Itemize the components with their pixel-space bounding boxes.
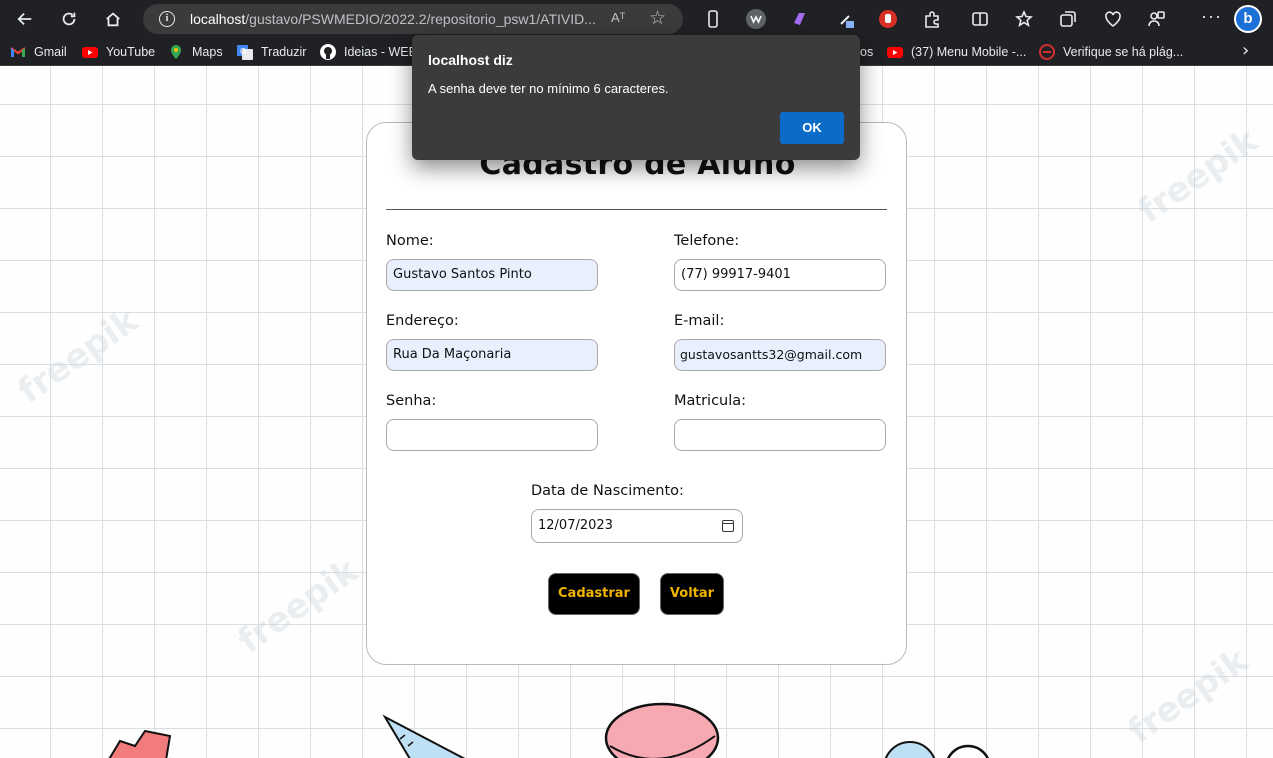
matricula-label: Matricula: [674, 393, 747, 409]
phone-icon[interactable] [703, 9, 723, 29]
bing-copilot-icon[interactable]: b [1234, 5, 1262, 33]
title-divider [386, 209, 887, 210]
page-viewport: freepik freepik freepik freepik Cadastro… [0, 66, 1273, 758]
nascimento-date-input[interactable]: 12/07/2023 [531, 509, 743, 543]
home-icon[interactable] [102, 8, 124, 30]
endereco-input[interactable]: Rua Da Maçonaria [386, 339, 598, 371]
wv-extension-icon[interactable] [746, 9, 766, 29]
nome-input[interactable]: Gustavo Santos Pinto [386, 259, 598, 291]
decoration-blue-triangle [382, 714, 466, 758]
nascimento-value: 12/07/2023 [538, 518, 613, 533]
watermark: freepik [10, 300, 146, 412]
extensions-puzzle-icon[interactable] [922, 9, 942, 29]
dialog-message: A senha deve ter no mínimo 6 caracteres. [428, 81, 669, 96]
bookmark-maps[interactable]: Maps [168, 43, 223, 61]
favorites-icon[interactable] [1014, 9, 1034, 29]
address-bar[interactable]: i localhost/gustavo/PSWMEDIO/2022.2/repo… [143, 4, 683, 34]
back-icon[interactable] [14, 8, 36, 30]
bookmark-ideias-web[interactable]: Ideias - WEB [320, 43, 417, 61]
bookmark-partial[interactable]: os [860, 43, 873, 61]
cadastrar-button[interactable]: Cadastrar [548, 573, 640, 615]
dialog-ok-button[interactable]: OK [780, 112, 844, 144]
youtube-icon [82, 44, 98, 60]
more-menu-icon[interactable]: ··· [1201, 6, 1222, 27]
decoration-pink-disc [604, 702, 720, 758]
nascimento-label: Data de Nascimento: [531, 483, 684, 499]
nome-label: Nome: [386, 233, 434, 249]
github-icon [320, 44, 336, 60]
collections-icon[interactable] [1058, 9, 1078, 29]
decoration-red-block [108, 729, 172, 758]
watermark: freepik [1120, 640, 1256, 752]
favorite-star-icon[interactable]: ☆ [649, 7, 666, 29]
email-input[interactable]: gustavosantts32@gmail.com [674, 339, 886, 371]
email-label: E-mail: [674, 313, 725, 329]
telefone-input[interactable]: (77) 99917-9401 [674, 259, 886, 291]
site-info-icon[interactable]: i [159, 11, 175, 27]
split-screen-icon[interactable] [970, 9, 990, 29]
read-aloud-icon[interactable]: Aᵀ [611, 10, 625, 25]
translate-icon: G [237, 44, 253, 60]
watermark: freepik [230, 550, 366, 662]
maps-icon [168, 44, 184, 60]
browser-essentials-icon[interactable] [1103, 9, 1123, 29]
watermark: freepik [1130, 120, 1266, 232]
senha-label: Senha: [386, 393, 437, 409]
telefone-label: Telefone: [674, 233, 740, 249]
calendar-icon[interactable] [722, 520, 734, 532]
color-picker-icon[interactable] [836, 9, 856, 29]
bookmarks-overflow-chevron-icon[interactable]: › [1242, 40, 1249, 61]
copilot-extension-icon[interactable] [790, 9, 810, 29]
url-text[interactable]: localhost/gustavo/PSWMEDIO/2022.2/reposi… [190, 11, 596, 27]
browser-toolbar: i localhost/gustavo/PSWMEDIO/2022.2/repo… [0, 0, 1273, 38]
reload-icon[interactable] [58, 8, 80, 30]
bookmark-gmail[interactable]: Gmail [10, 43, 67, 61]
bookmark-plagio[interactable]: Verifique se há plág... [1039, 43, 1183, 61]
bookmark-youtube[interactable]: YouTube [82, 43, 155, 61]
senha-input[interactable] [386, 419, 598, 451]
youtube-icon [887, 44, 903, 60]
gmail-icon [10, 44, 26, 60]
endereco-label: Endereço: [386, 313, 459, 329]
adblock-hand-icon[interactable] [878, 9, 898, 29]
dialog-title: localhost diz [428, 52, 513, 68]
bookmark-menu-mobile[interactable]: (37) Menu Mobile -... [887, 43, 1026, 61]
plagiarism-icon [1039, 44, 1055, 60]
profile-sync-icon[interactable] [1146, 9, 1166, 29]
decoration-blue-circles [884, 741, 989, 758]
matricula-input[interactable] [674, 419, 886, 451]
bookmark-traduzir[interactable]: G Traduzir [237, 43, 306, 61]
svg-text:G: G [240, 47, 246, 56]
alert-dialog: localhost diz A senha deve ter no mínimo… [412, 35, 860, 160]
voltar-button[interactable]: Voltar [660, 573, 724, 615]
registration-form-card: Cadastro de Aluno Nome: Gustavo Santos P… [366, 122, 907, 665]
